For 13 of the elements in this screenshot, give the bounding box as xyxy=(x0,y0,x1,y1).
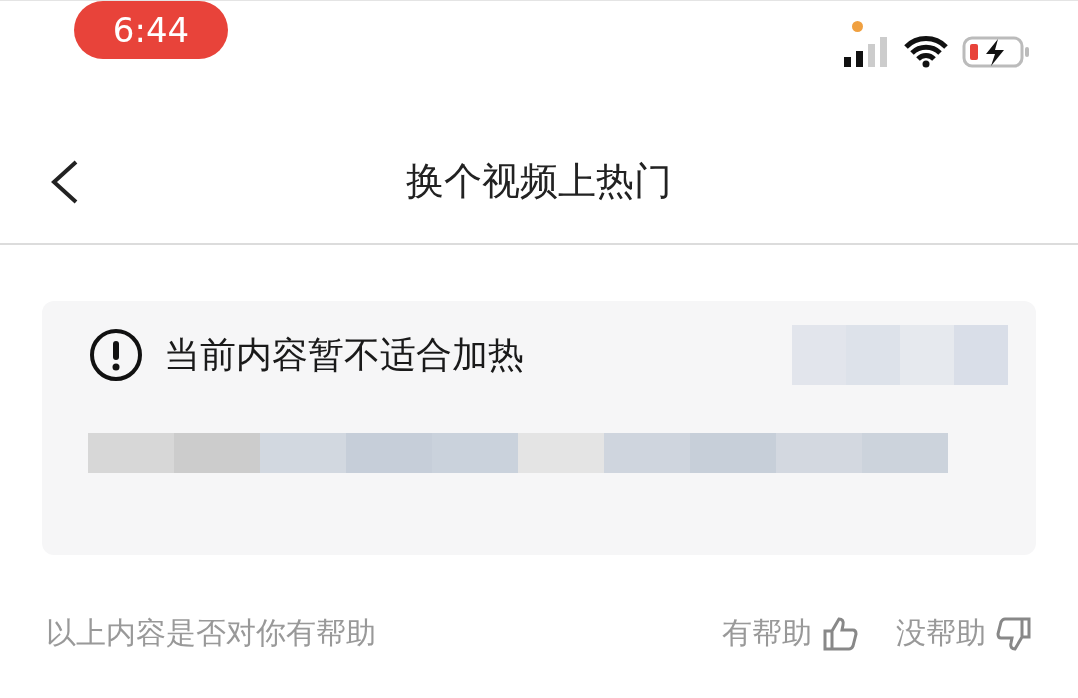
status-time: 6:44 xyxy=(74,1,228,59)
page-title: 换个视频上热门 xyxy=(406,157,672,205)
not-helpful-button[interactable]: 没帮助 xyxy=(896,613,1032,654)
notice-title: 当前内容暂不适合加热 xyxy=(164,332,525,377)
thumbs-up-icon xyxy=(822,615,858,652)
warning-icon xyxy=(88,327,144,383)
privacy-dot xyxy=(852,21,863,32)
feedback-prompt: 以上内容是否对你有帮助 xyxy=(46,614,377,652)
wifi-icon xyxy=(904,36,948,68)
battery-charging-icon xyxy=(962,36,1030,68)
helpful-button[interactable]: 有帮助 xyxy=(722,613,858,654)
signal-icon xyxy=(844,37,890,67)
thumbs-down-icon xyxy=(996,615,1032,652)
